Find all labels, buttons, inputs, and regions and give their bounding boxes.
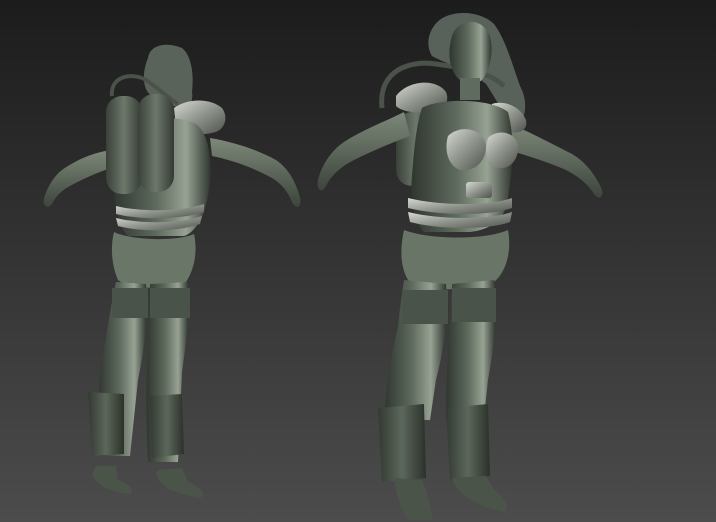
sculpt-scene <box>0 0 716 522</box>
belt-plate <box>466 182 492 198</box>
boot-left <box>88 392 124 456</box>
neck <box>460 78 480 100</box>
tank-right <box>138 94 174 192</box>
boot-right <box>446 404 490 480</box>
sculpt-viewport[interactable] <box>0 0 716 522</box>
head <box>449 21 492 84</box>
hips <box>111 232 196 288</box>
boot-right <box>150 394 184 458</box>
boot-left <box>378 404 426 482</box>
tank-left <box>106 96 142 194</box>
